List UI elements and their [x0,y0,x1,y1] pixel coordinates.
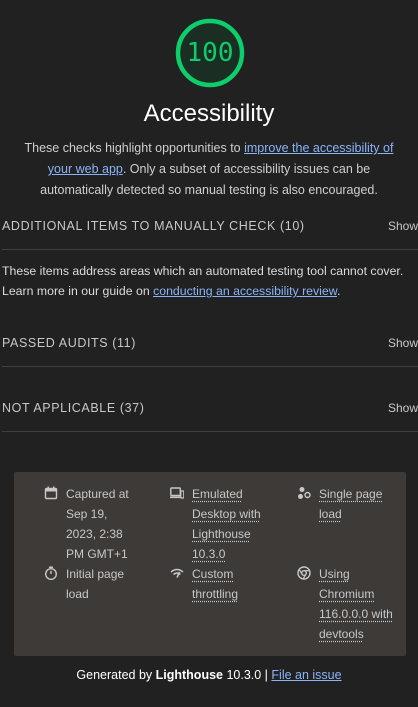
passed-audits-show-toggle[interactable]: Show [388,336,418,350]
footer: Generated by Lighthouse 10.3.0 | File an… [0,668,418,682]
single-page-load-line: Single page [319,487,383,501]
file-an-issue-link[interactable]: File an issue [271,668,341,682]
footer-generated-by: Generated by [76,668,156,682]
single-page-load-text[interactable]: Single page load [319,484,382,524]
divider [2,431,418,432]
desktop-icon [170,487,184,499]
calendar-icon [44,486,58,500]
score-gauge: 100 [174,17,246,89]
throttling-item: Custom throttling [170,564,290,606]
divider [2,249,418,250]
initial-page-load-item: Initial page load [44,564,154,606]
network-throttling-icon [170,568,184,578]
browser-line: 116.0.0.0 with [319,607,393,621]
not-applicable-group-header[interactable]: NOT APPLICABLE (37) Show [2,401,418,421]
captured-at-line: Captured at [66,487,129,501]
category-description-text: These checks highlight opportunities to [24,141,245,155]
captured-at-line: Sep 19, [66,507,108,521]
emulated-device-line: Desktop with [192,507,261,521]
divider [2,366,418,367]
browser-line: devtools [319,627,364,641]
manual-checks-title: ADDITIONAL ITEMS TO MANUALLY CHECK (10) [2,219,305,233]
category-description: These checks highlight opportunities to … [14,138,404,201]
emulated-device-line: 10.3.0 [192,547,226,561]
browser-text[interactable]: Using Chromium 116.0.0.0 with devtools [319,564,393,644]
manual-checks-description-end: . [336,284,341,298]
category-title: Accessibility [143,100,275,127]
accessibility-review-link[interactable]: conducting an accessibility review [153,284,337,298]
not-applicable-show-toggle[interactable]: Show [388,401,418,415]
footer-product-name: Lighthouse [155,668,223,682]
runtime-settings-panel: Captured at Sep 19, 2023, 2:38 PM GMT+1 … [14,472,406,656]
manual-checks-group-header[interactable]: ADDITIONAL ITEMS TO MANUALLY CHECK (10) … [2,219,418,239]
manual-checks-description: These items address areas which an autom… [2,261,416,301]
throttling-line: throttling [192,587,239,601]
single-page-load-icon [298,487,311,499]
passed-audits-group-header[interactable]: PASSED AUDITS (11) Show [2,336,418,356]
emulated-device-item: Emulated Desktop with Lighthouse 10.3.0 [170,484,290,566]
throttling-text[interactable]: Custom throttling [192,564,238,604]
single-page-load-line: load [319,507,342,521]
browser-item: Using Chromium 116.0.0.0 with devtools [297,564,405,646]
score-value: 100 [186,38,234,68]
captured-at-line: 2023, 2:38 [66,527,123,541]
captured-at-text: Captured at Sep 19, 2023, 2:38 PM GMT+1 [66,484,129,564]
emulated-device-line: Emulated [192,487,243,501]
captured-at-line: PM GMT+1 [66,547,128,561]
throttling-line: Custom [192,567,234,581]
single-page-load-item: Single page load [297,484,402,526]
manual-checks-show-toggle[interactable]: Show [388,219,418,233]
timer-icon [45,566,57,580]
chrome-icon [297,566,311,580]
footer-version: 10.3.0 | [222,668,272,682]
initial-page-load-line: Initial page [66,567,125,581]
browser-line: Using [319,567,350,581]
not-applicable-title: NOT APPLICABLE (37) [2,401,145,415]
initial-page-load-line: load [66,587,89,601]
captured-at-item: Captured at Sep 19, 2023, 2:38 PM GMT+1 [44,484,154,566]
emulated-device-line: Lighthouse [192,527,251,541]
browser-line: Chromium [319,587,375,601]
initial-page-load-text: Initial page load [66,564,124,604]
passed-audits-title: PASSED AUDITS (11) [2,336,136,350]
emulated-device-text[interactable]: Emulated Desktop with Lighthouse 10.3.0 [192,484,261,564]
